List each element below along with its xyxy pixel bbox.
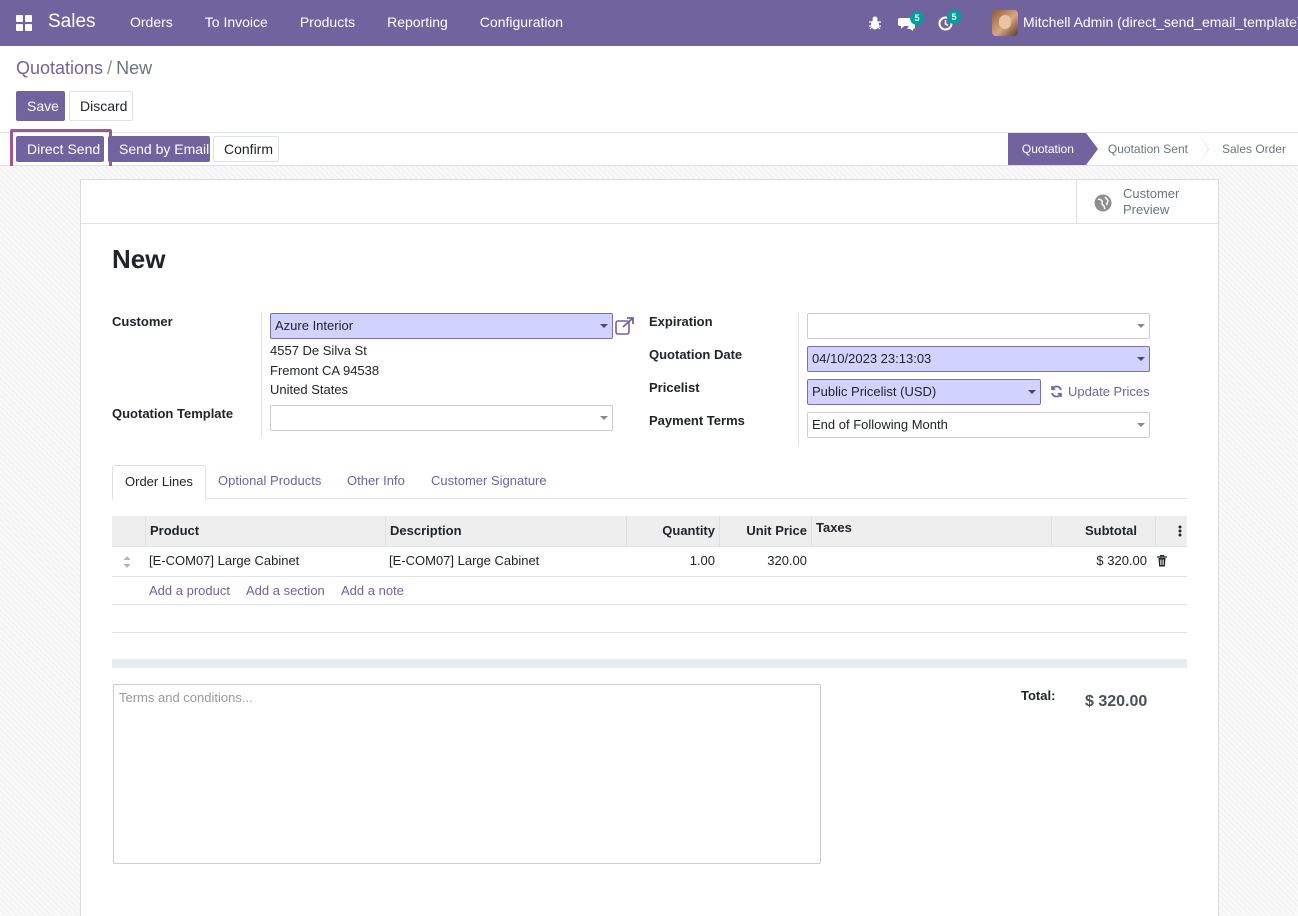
send-by-email-button[interactable]: Send by Email xyxy=(108,136,210,162)
confirm-button[interactable]: Confirm xyxy=(213,136,279,162)
kebab-menu-icon[interactable] xyxy=(1178,525,1182,537)
tab-other-info[interactable]: Other Info xyxy=(335,465,417,499)
table-footer xyxy=(112,659,1187,668)
quotation-template-field[interactable] xyxy=(270,405,613,431)
customer-dropdown-icon[interactable] xyxy=(600,324,608,328)
record-title: New xyxy=(112,244,166,274)
right-group-separator xyxy=(798,312,799,446)
stage-quotation-sent[interactable]: Quotation Sent xyxy=(1085,133,1210,165)
pricelist-dropdown-icon[interactable] xyxy=(1028,390,1036,394)
refresh-icon[interactable] xyxy=(1050,385,1063,398)
apps-menu-icon[interactable] xyxy=(16,15,32,31)
customer-address-street: 4557 De Silva St xyxy=(270,343,367,358)
table-header: Product Description Quantity Unit Price … xyxy=(112,516,1187,547)
pricelist-value: Public Pricelist (USD) xyxy=(812,384,937,399)
status-stages: Quotation Quotation Sent Sales Order xyxy=(1007,133,1298,165)
date-dropdown-icon[interactable] xyxy=(1137,357,1145,361)
customer-value: Azure Interior xyxy=(275,318,354,333)
activities-badge: 5 xyxy=(947,10,961,24)
user-avatar[interactable] xyxy=(992,10,1018,36)
tab-order-lines[interactable]: Order Lines xyxy=(112,465,206,500)
pricelist-field[interactable]: Public Pricelist (USD) xyxy=(807,379,1041,405)
preview-label-line2: Preview xyxy=(1123,202,1170,217)
expiration-field[interactable] xyxy=(807,313,1150,339)
menu-to-invoice[interactable]: To Invoice xyxy=(189,0,284,46)
customer-field[interactable]: Azure Interior xyxy=(270,313,613,339)
expiration-dropdown-icon[interactable] xyxy=(1137,324,1145,328)
customer-address-city: Fremont CA 94538 xyxy=(270,363,380,378)
trash-icon[interactable] xyxy=(1157,555,1167,567)
globe-icon xyxy=(1094,194,1112,212)
breadcrumb-separator: / xyxy=(107,58,113,78)
payment-terms-label: Payment Terms xyxy=(649,413,745,428)
form-sheet: Customer Preview New Customer Azure Inte… xyxy=(80,179,1219,916)
stage-quotation[interactable]: Quotation xyxy=(1007,133,1098,165)
quotation-date-label: Quotation Date xyxy=(649,347,743,362)
column-taxes[interactable]: Taxes xyxy=(811,516,1051,547)
total-label: Total: xyxy=(1021,688,1056,703)
payment-terms-value: End of Following Month xyxy=(812,417,948,432)
customer-label: Customer xyxy=(112,314,173,329)
customer-address-country: United States xyxy=(270,382,349,397)
breadcrumb-current: New xyxy=(116,58,153,78)
quotation-date-value: 04/10/2023 23:13:03 xyxy=(812,351,932,366)
row-subtotal: $ 320.00 xyxy=(1096,553,1147,568)
preview-label-line1: Customer xyxy=(1123,186,1180,201)
notebook-tabs: Order Lines Optional Products Other Info… xyxy=(112,465,1187,500)
table-empty-row xyxy=(112,605,1187,633)
column-unit-price[interactable]: Unit Price xyxy=(719,516,811,547)
user-menu-name[interactable]: Mitchell Admin (direct_send_email_templa… xyxy=(1023,14,1298,30)
button-box: Customer Preview xyxy=(81,180,1218,224)
add-line-row: Add a product Add a section Add a note xyxy=(112,577,1187,605)
total-value: $ 320.00 xyxy=(1085,693,1148,710)
add-section-link[interactable]: Add a section xyxy=(246,583,325,598)
main-menu: Orders To Invoice Products Reporting Con… xyxy=(114,0,579,46)
menu-orders[interactable]: Orders xyxy=(114,0,189,46)
row-product[interactable]: [E-COM07] Large Cabinet xyxy=(145,547,303,577)
menu-products[interactable]: Products xyxy=(284,0,371,46)
save-button[interactable]: Save xyxy=(16,91,65,121)
customer-preview-button[interactable]: Customer Preview xyxy=(1076,180,1218,223)
column-subtotal[interactable]: Subtotal xyxy=(1051,516,1141,547)
add-product-link[interactable]: Add a product xyxy=(149,583,230,598)
pricelist-label: Pricelist xyxy=(649,380,700,395)
breadcrumb-quotations[interactable]: Quotations xyxy=(16,58,103,78)
tab-customer-signature[interactable]: Customer Signature xyxy=(419,465,559,499)
table-row[interactable]: [E-COM07] Large Cabinet [E-COM07] Large … xyxy=(112,547,1187,577)
payment-terms-field[interactable]: End of Following Month xyxy=(807,412,1150,438)
menu-configuration[interactable]: Configuration xyxy=(464,0,579,46)
row-description[interactable]: [E-COM07] Large Cabinet xyxy=(385,547,543,577)
quotation-date-field[interactable]: 04/10/2023 23:13:03 xyxy=(807,346,1150,372)
messages-badge: 5 xyxy=(910,11,924,25)
column-quantity[interactable]: Quantity xyxy=(626,516,719,547)
tab-optional-products[interactable]: Optional Products xyxy=(206,465,333,499)
row-unit-price[interactable]: 320.00 xyxy=(719,547,811,577)
column-description[interactable]: Description xyxy=(385,516,626,547)
row-quantity[interactable]: 1.00 xyxy=(626,547,719,577)
add-note-link[interactable]: Add a note xyxy=(341,583,404,598)
app-name[interactable]: Sales xyxy=(48,11,96,33)
optional-columns-toggle[interactable] xyxy=(1155,516,1187,547)
drag-handle-icon[interactable] xyxy=(123,556,131,568)
external-link-icon[interactable] xyxy=(615,317,635,335)
template-dropdown-icon[interactable] xyxy=(600,416,608,420)
left-group-separator xyxy=(261,312,262,438)
payment-terms-dropdown-icon[interactable] xyxy=(1137,423,1145,427)
row-taxes[interactable] xyxy=(811,547,819,577)
discard-button[interactable]: Discard xyxy=(69,91,133,121)
stage-sales-order[interactable]: Sales Order xyxy=(1199,133,1298,165)
update-prices-button[interactable]: Update Prices xyxy=(1068,384,1150,399)
column-product[interactable]: Product xyxy=(145,516,385,547)
debug-bug-icon[interactable] xyxy=(868,15,882,31)
quotation-template-label: Quotation Template xyxy=(112,406,234,421)
direct-send-highlight xyxy=(10,129,112,169)
breadcrumb: Quotations / New xyxy=(16,58,152,79)
expiration-label: Expiration xyxy=(649,314,713,329)
menu-reporting[interactable]: Reporting xyxy=(371,0,464,46)
customer-preview-label: Customer Preview xyxy=(1123,186,1203,218)
terms-and-conditions-textarea[interactable]: Terms and conditions... xyxy=(113,684,821,864)
